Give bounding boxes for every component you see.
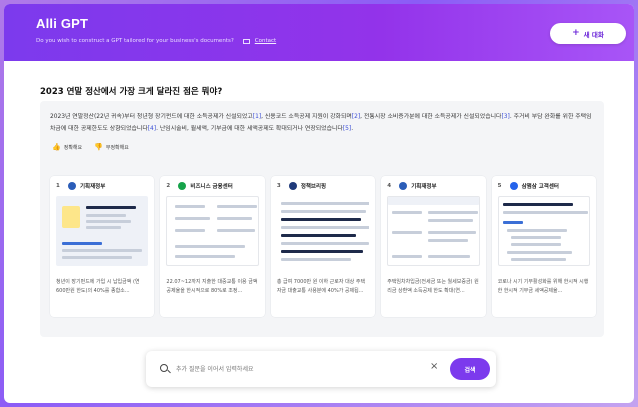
source-snippet: 코로나 시기 기부활성화를 위해 한시적 시행한 한시적 기부금 세액공제율..… (497, 279, 589, 294)
search-input[interactable] (176, 361, 426, 377)
question-title: 2023 연말 정산에서 가장 크게 달라진 점은 뭐야? (40, 87, 223, 97)
source-card[interactable]: 4 기획재정부 주택임차차입금(전세금 또는 월세보증금) 원리금 상환액 소득… (381, 176, 486, 317)
close-icon[interactable]: × (430, 362, 438, 372)
help-center-logo-icon (509, 182, 518, 190)
citation-4[interactable]: [4] (148, 126, 156, 132)
answer-segment: , 전통시장 소비증가분에 대한 소득공제가 신설되었습니다 (360, 114, 502, 120)
search-button[interactable]: 검색 (450, 358, 490, 380)
chat-bubble-icon (178, 182, 187, 190)
source-card-header: 4 기획재정부 (381, 176, 485, 196)
source-card[interactable]: 5 삼쩜삼 고객센터 코로나 시기 기부활성화를 위해 한시적 시행한 한시적 … (491, 176, 597, 317)
source-thumbnail (497, 196, 591, 266)
new-chat-label: 새 대화 (583, 30, 604, 39)
contact-link[interactable]: Contact (255, 38, 276, 44)
app-window: Alli GPT Do you wish to construct a GPT … (4, 4, 634, 403)
source-card-header: 2 비즈니스 금융센터 (160, 176, 264, 196)
citation-2[interactable]: [2] (352, 114, 360, 120)
source-name: 비즈니스 금융센터 (190, 184, 233, 190)
citation-5[interactable]: [5] (343, 126, 351, 132)
source-snippet: 총 급여 7000만 원 이하 근로자 대상 주택 자금 대출교통 사용분에 4… (276, 279, 366, 294)
source-number: 4 (387, 183, 392, 189)
source-snippet: 주택임차차입금(전세금 또는 월세보증금) 원리금 상환액 소득공제 한도 확대… (387, 279, 479, 294)
answer-segment: . (351, 126, 354, 132)
source-card-header: 5 삼쩜삼 고객센터 (492, 176, 596, 196)
unhelpful-label: 부정확해요 (105, 144, 129, 151)
source-number: 2 (166, 183, 171, 189)
briefing-logo-icon (288, 182, 297, 190)
app-title: Alli GPT (36, 16, 89, 31)
mail-icon (242, 38, 250, 44)
answer-panel: 2023년 연말정산(22년 귀속)부터 청년형 장기펀드에 대한 소득공제가 … (40, 101, 604, 337)
subtitle-text: Do you wish to construct a GPT tailored … (36, 38, 234, 44)
source-name: 기획재정부 (80, 184, 106, 190)
new-chat-button[interactable]: + 새 대화 (550, 23, 626, 44)
helpful-label: 정확해요 (63, 144, 83, 151)
source-card[interactable]: 1 기획재정부 청년이 장기펀드에 가입 시 납입금액 (연 600만원 한도)… (50, 176, 155, 317)
search-icon (160, 364, 168, 372)
source-number: 1 (56, 183, 60, 189)
answer-segment: . 난임시술비, 월세액, 기부금에 대한 세액공제도 확대되거나 연장되었습니… (156, 126, 343, 132)
source-thumbnail (56, 196, 149, 266)
ministry-logo-icon (68, 182, 76, 190)
source-name: 기획재정부 (411, 184, 437, 190)
source-cards: 1 기획재정부 청년이 장기펀드에 가입 시 납입금액 (연 600만원 한도)… (50, 176, 597, 317)
plus-icon: + (572, 28, 580, 38)
answer-segment: . (509, 114, 512, 120)
source-card[interactable]: 2 비즈니스 금융센터 22.07~12까지 지출한 대중교통 이용 금액 공제… (160, 176, 265, 317)
helpful-button[interactable]: 👍 정확해요 (52, 143, 82, 151)
subtitle: Do you wish to construct a GPT tailored … (36, 38, 276, 44)
source-name: 정책브리핑 (300, 184, 327, 190)
answer-text: 2023년 연말정산(22년 귀속)부터 청년형 장기펀드에 대한 소득공제가 … (50, 111, 596, 135)
source-thumbnail (166, 196, 259, 266)
source-snippet: 22.07~12까지 지출한 대중교통 이용 금액 공제율을 한시적으로 80%… (166, 279, 258, 294)
thumbs-up-icon: 👍 (52, 143, 61, 151)
citation-3[interactable]: [3] (501, 114, 509, 120)
thumbs-down-icon: 👎 (94, 143, 103, 151)
source-number: 5 (497, 183, 502, 189)
source-snippet: 청년이 장기펀드에 가입 시 납입금액 (연 600만원 한도)의 40%를 종… (56, 279, 140, 294)
answer-segment: , 신용코드 소득공제 지원이 강화되며 (261, 114, 352, 120)
source-thumbnail (387, 196, 480, 266)
answer-segment: 2023년 연말정산(22년 귀속)부터 청년형 장기펀드에 대한 소득공제가 … (50, 114, 253, 120)
source-number: 3 (276, 183, 281, 189)
citation-1[interactable]: [1] (253, 114, 261, 120)
feedback-row: 👍 정확해요 👎 부정확해요 (52, 143, 129, 151)
ministry-logo-icon (399, 182, 408, 190)
source-thumbnail (276, 196, 370, 266)
source-card[interactable]: 3 정책브리핑 총 급여 7000만 원 이하 근로자 대상 주택 자금 대출교… (270, 176, 376, 317)
easel-icon (62, 206, 80, 228)
source-card-header: 3 정책브리핑 (271, 176, 375, 196)
search-bar: × 검색 (146, 351, 496, 387)
unhelpful-button[interactable]: 👎 부정확해요 (94, 143, 129, 151)
source-card-header: 1 기획재정부 (50, 176, 154, 196)
header: Alli GPT Do you wish to construct a GPT … (4, 4, 634, 61)
source-name: 삼쩜삼 고객센터 (521, 184, 559, 190)
